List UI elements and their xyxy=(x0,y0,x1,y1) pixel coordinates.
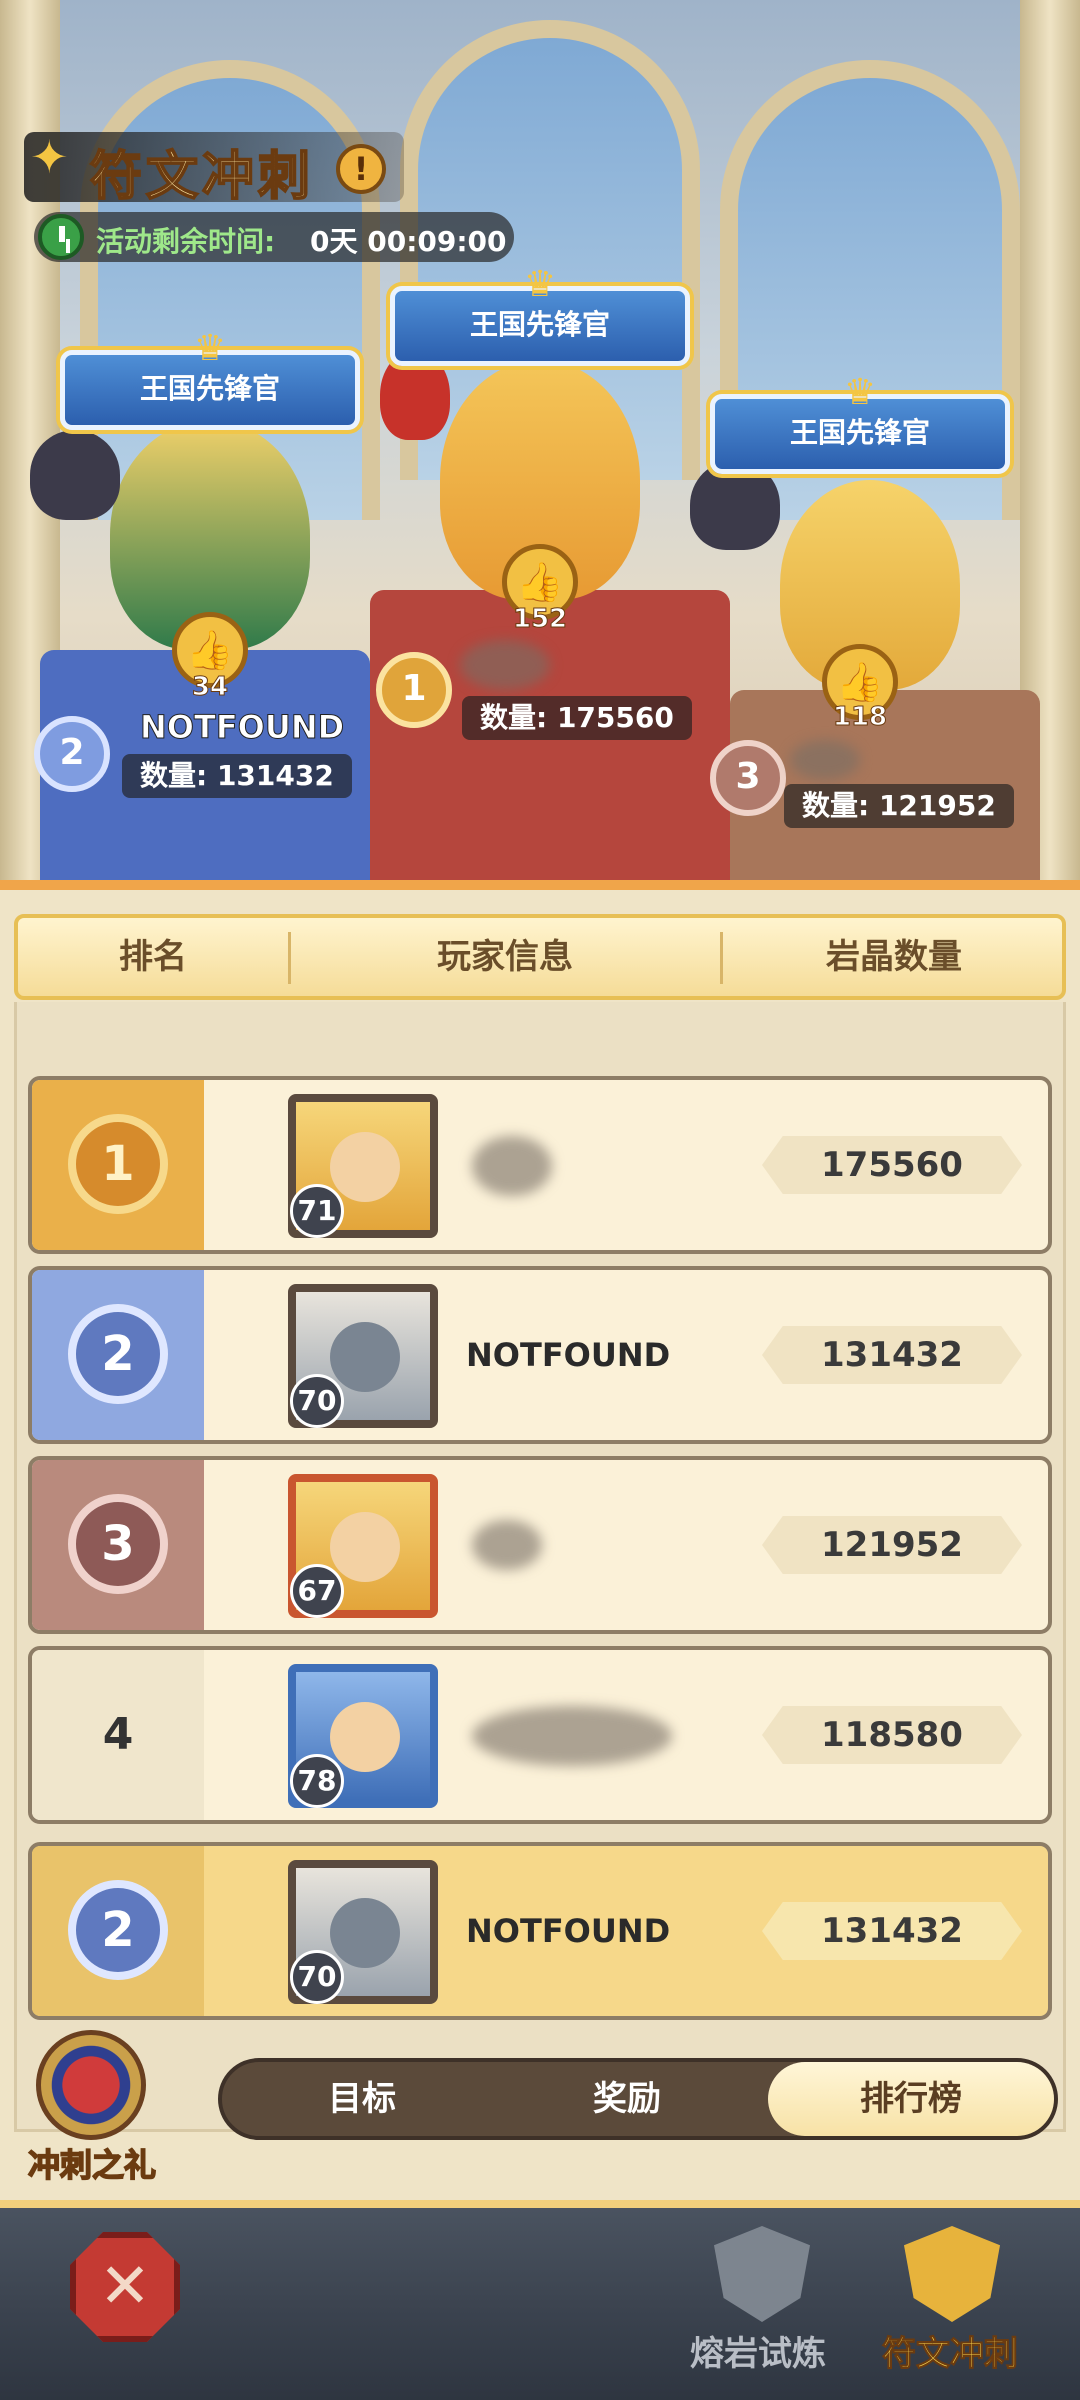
redacted-name xyxy=(472,1520,542,1570)
redacted-name xyxy=(472,1706,672,1766)
rank-medal-third: 3 xyxy=(710,740,786,816)
podium-qty-first: 数量: 175560 xyxy=(462,696,692,740)
header-crystal-count: 岩晶数量 xyxy=(826,937,962,977)
timer-label: 活动剩余时间: xyxy=(96,225,276,258)
table-row[interactable]: 4 78 118580 xyxy=(28,1646,1052,1824)
dark-pet-icon xyxy=(30,430,120,520)
self-rank-row[interactable]: 2 70 NOTFOUND 131432 xyxy=(28,1842,1052,2020)
rank-medal-first: 1 xyxy=(376,652,452,728)
title-banner-third: 王国先锋官 xyxy=(710,394,1010,474)
gift-label[interactable]: 冲刺之礼 xyxy=(27,2140,157,2186)
like-count-third: 118 xyxy=(832,702,888,733)
crossed-swords-icon[interactable]: ✕ xyxy=(70,2232,180,2342)
rank-cell: 4 xyxy=(32,1650,204,1820)
level-badge: 70 xyxy=(290,1950,344,2004)
table-row[interactable]: 3 67 121952 xyxy=(28,1456,1052,1634)
avatar[interactable]: 71 xyxy=(288,1094,438,1238)
avatar[interactable]: 78 xyxy=(288,1664,438,1808)
bronze-medal-icon: 3 xyxy=(68,1494,168,1594)
gold-medal-icon: 1 xyxy=(68,1114,168,1214)
timer-value: 0天 00:09:00 xyxy=(310,225,507,258)
event-title: 符文冲刺 xyxy=(89,146,315,208)
crystal-score: 131432 xyxy=(762,1326,1022,1384)
table-header: 排名 玩家信息 岩晶数量 xyxy=(14,914,1066,1000)
rank-cell: 2 xyxy=(32,1270,204,1440)
rank-cell: 3 xyxy=(32,1460,204,1630)
redacted-name xyxy=(790,740,860,780)
level-badge: 71 xyxy=(290,1184,344,1238)
like-count-first: 152 xyxy=(512,604,568,635)
rank-number: 4 xyxy=(102,1709,134,1760)
avatar[interactable]: 70 xyxy=(288,1860,438,2004)
avatar[interactable]: 70 xyxy=(288,1284,438,1428)
avatar-face xyxy=(330,1512,400,1582)
rank-medal-second: 2 xyxy=(34,716,110,792)
helmet-icon xyxy=(330,1898,400,1968)
silver-medal-icon: 2 xyxy=(68,1304,168,1404)
silver-medal-icon: 2 xyxy=(68,1880,168,1980)
title-banner-first: 王国先锋官 xyxy=(390,286,690,366)
table-row[interactable]: 2 70 NOTFOUND 131432 xyxy=(28,1266,1052,1444)
avatar-face xyxy=(330,1132,400,1202)
trophy-gift-icon[interactable] xyxy=(36,2030,146,2140)
tab-leaderboard[interactable]: 排行榜 xyxy=(768,2062,1054,2136)
avatar[interactable]: 67 xyxy=(288,1474,438,1618)
title-banner-second: 王国先锋官 xyxy=(60,350,360,430)
helmet-icon xyxy=(330,1322,400,1392)
crystal-score: 131432 xyxy=(762,1902,1022,1960)
avatar-face xyxy=(330,1702,400,1772)
player-name: NOTFOUND xyxy=(466,1336,671,1374)
clock-icon xyxy=(38,214,84,260)
redacted-name xyxy=(472,1136,552,1196)
table-row[interactable]: 1 71 175560 xyxy=(28,1076,1052,1254)
leaderboard-panel: 排名 玩家信息 岩晶数量 1 71 175560 2 70 NOTFOUND 1… xyxy=(0,880,1080,2200)
level-badge: 67 xyxy=(290,1564,344,1618)
level-badge: 78 xyxy=(290,1754,344,1808)
level-badge: 70 xyxy=(290,1374,344,1428)
podium-scene: 王国先锋官 王国先锋官 王国先锋官 👍 34 👍 152 👍 118 2 1 3… xyxy=(0,0,1080,880)
podium-qty-third: 数量: 121952 xyxy=(784,784,1014,828)
player-name: NOTFOUND xyxy=(466,1912,671,1950)
podium-name-second: NOTFOUND xyxy=(139,708,345,747)
crystal-score: 175560 xyxy=(762,1136,1022,1194)
nav-rune-sprint[interactable]: 符文冲刺 xyxy=(882,2326,1019,2375)
exclamation-icon[interactable]: ! xyxy=(336,144,386,194)
rank-cell: 1 xyxy=(32,1080,204,1250)
tab-bar: 目标 奖励 排行榜 xyxy=(218,2058,1058,2140)
like-count-second: 34 xyxy=(191,672,229,703)
header-player-info: 玩家信息 xyxy=(437,937,573,977)
tab-goal[interactable]: 目标 xyxy=(222,2062,502,2136)
crystal-score: 121952 xyxy=(762,1516,1022,1574)
tab-reward[interactable]: 奖励 xyxy=(492,2062,762,2136)
podium-qty-second: 数量: 131432 xyxy=(122,754,352,798)
redacted-name xyxy=(460,640,550,690)
rank-cell: 2 xyxy=(32,1846,204,2016)
crystal-score: 118580 xyxy=(762,1706,1022,1764)
header-rank: 排名 xyxy=(119,937,187,977)
nav-lava-trial[interactable]: 熔岩试炼 xyxy=(690,2326,826,2375)
star-icon: ✦ xyxy=(30,130,69,184)
